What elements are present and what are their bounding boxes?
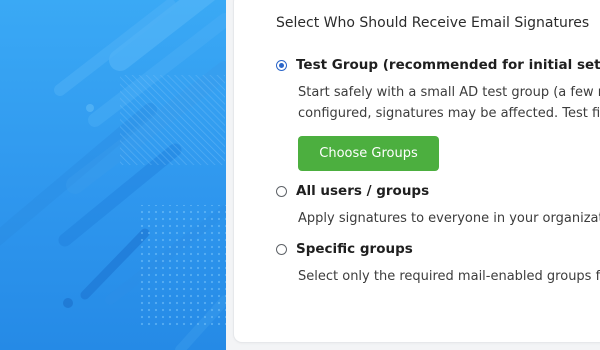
specific-groups-description: Select only the required mail-enabled gr…	[298, 269, 600, 284]
test-group-label: Test Group (recommended for initial setu…	[296, 57, 600, 73]
test-group-description-line-2: configured, signatures may be affected. …	[298, 106, 600, 121]
hero-illustration	[0, 0, 226, 350]
option-all-users[interactable]: All users / groups	[276, 181, 429, 201]
all-users-radio[interactable]	[276, 185, 287, 197]
specific-groups-radio[interactable]	[276, 243, 287, 255]
recipient-selection-section: Select Who Should Receive Email Signatur…	[276, 0, 600, 350]
choose-groups-button[interactable]: Choose Groups	[298, 136, 439, 171]
test-group-description-line-1: Start safely with a small AD test group …	[298, 85, 600, 100]
decorative-hero-panel	[0, 0, 226, 350]
all-users-label: All users / groups	[296, 183, 430, 199]
option-test-group[interactable]: Test Group (recommended for initial setu…	[276, 55, 600, 75]
all-users-description: Apply signatures to everyone in your org…	[298, 211, 600, 226]
section-heading: Select Who Should Receive Email Signatur…	[276, 15, 590, 31]
specific-groups-label: Specific groups	[296, 241, 413, 257]
option-specific-groups[interactable]: Specific groups	[276, 239, 413, 259]
test-group-radio[interactable]	[276, 59, 287, 71]
